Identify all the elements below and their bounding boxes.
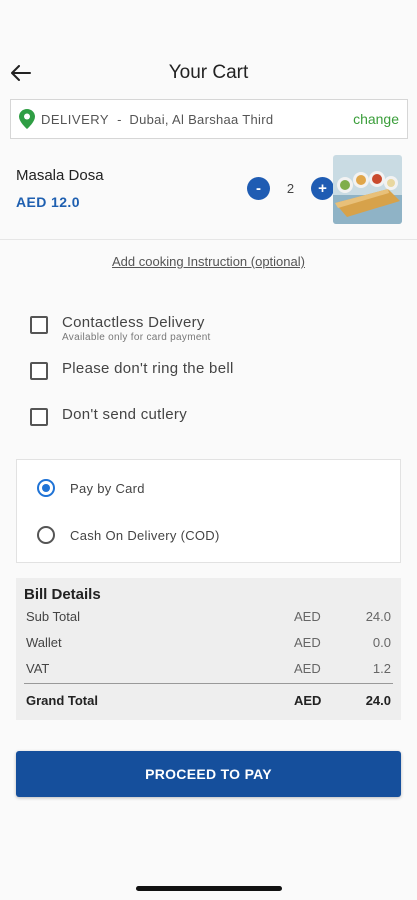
pay-by-card-option[interactable]: Pay by Card: [37, 479, 145, 497]
grand-total-label: Grand Total: [26, 693, 98, 708]
location-pin-icon: [19, 109, 35, 129]
pay-by-card-label: Pay by Card: [70, 480, 145, 496]
bill-row-label: Wallet: [26, 635, 62, 650]
increase-quantity-button[interactable]: +: [311, 177, 334, 200]
payment-method-card: Pay by Card Cash On Delivery (COD): [16, 459, 401, 563]
bill-divider: [24, 683, 393, 684]
delivery-type: DELIVERY: [41, 111, 110, 127]
bill-row-currency: AED: [294, 609, 321, 624]
no-bell-option[interactable]: Please don't ring the bell: [30, 360, 234, 380]
bill-row-label: VAT: [26, 661, 50, 676]
page-title: Your Cart: [168, 62, 249, 83]
bill-row-label: Sub Total: [26, 609, 80, 624]
grand-total-amount: 24.0: [365, 693, 391, 708]
no-cutlery-label: Don't send cutlery: [62, 406, 187, 423]
change-address-link[interactable]: change: [353, 111, 399, 127]
address-separator: -: [117, 111, 122, 127]
grand-total-currency: AED: [294, 693, 322, 708]
cart-item: Masala Dosa AED 12.0 - 2 +: [0, 148, 417, 240]
item-price: AED 12.0: [16, 194, 80, 210]
item-image: [333, 155, 402, 224]
item-name: Masala Dosa: [16, 167, 104, 184]
pay-by-card-radio[interactable]: [37, 479, 55, 497]
bill-row: VAT AED 1.2: [26, 661, 391, 679]
dosa-image-icon: [333, 155, 402, 224]
bill-title: Bill Details: [24, 586, 101, 603]
cash-on-delivery-option[interactable]: Cash On Delivery (COD): [37, 526, 220, 544]
header: Your Cart: [0, 50, 417, 96]
cash-on-delivery-label: Cash On Delivery (COD): [70, 527, 220, 543]
proceed-to-pay-button[interactable]: PROCEED TO PAY: [16, 751, 401, 797]
quantity-value: 2: [286, 181, 295, 196]
contactless-checkbox[interactable]: [30, 316, 48, 334]
no-cutlery-option[interactable]: Don't send cutlery: [30, 406, 187, 426]
cart-screen: Your Cart DELIVERY - Dubai, Al Barshaa T…: [0, 0, 417, 900]
bill-row-currency: AED: [294, 635, 321, 650]
quantity-stepper: - 2 +: [247, 177, 334, 200]
bill-row-amount: 0.0: [372, 635, 391, 650]
home-indicator: [136, 886, 282, 891]
bill-row: Sub Total AED 24.0: [26, 609, 391, 627]
no-cutlery-checkbox[interactable]: [30, 408, 48, 426]
grand-total-row: Grand Total AED 24.0: [26, 693, 391, 711]
no-bell-label: Please don't ring the bell: [62, 360, 234, 377]
bill-row-amount: 1.2: [372, 661, 391, 676]
bill-details: Bill Details Sub Total AED 24.0 Wallet A…: [16, 578, 401, 720]
decrease-quantity-button[interactable]: -: [247, 177, 270, 200]
contactless-label: Contactless Delivery: [62, 314, 205, 331]
cash-on-delivery-radio[interactable]: [37, 526, 55, 544]
add-cooking-instruction-link[interactable]: Add cooking Instruction (optional): [0, 254, 417, 269]
delivery-location: Dubai, Al Barshaa Third: [129, 111, 274, 127]
bill-row: Wallet AED 0.0: [26, 635, 391, 653]
contactless-sublabel: Available only for card payment: [62, 332, 211, 343]
bill-row-amount: 24.0: [365, 609, 391, 624]
delivery-address-bar: DELIVERY - Dubai, Al Barshaa Third chang…: [10, 99, 408, 139]
bill-row-currency: AED: [294, 661, 321, 676]
no-bell-checkbox[interactable]: [30, 362, 48, 380]
contactless-delivery-option[interactable]: Contactless Delivery Available only for …: [30, 314, 211, 343]
